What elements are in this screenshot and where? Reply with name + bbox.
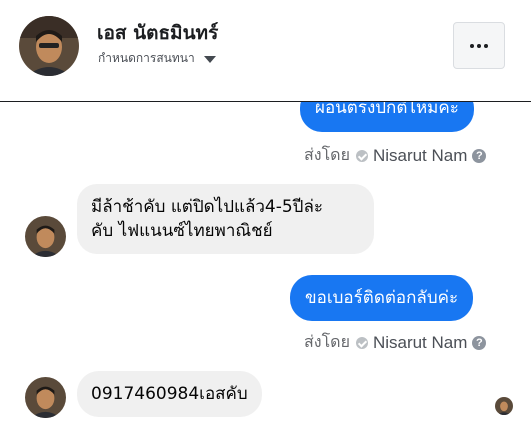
conversation-header: เอส นัตธมินทร์ กำหนดการสนทนา xyxy=(0,0,531,102)
help-icon[interactable]: ? xyxy=(472,148,487,163)
sent-by-label: ส่งโดย Nisarut Nam ? xyxy=(304,330,487,355)
incoming-message-bubble[interactable]: 0917460984เอสคับ xyxy=(77,371,262,417)
agent-name: Nisarut Nam xyxy=(372,145,468,165)
sent-via-text: ส่งโดย xyxy=(304,145,350,164)
customize-conversation-button[interactable]: กำหนดการสนทนา xyxy=(98,49,216,67)
contact-name[interactable]: เอส นัตธมินทร์ xyxy=(97,18,218,48)
message-text-line: คับ ไฟแนนซ์ไทยพาณิชย์ xyxy=(91,221,273,241)
incoming-message-bubble[interactable]: มีล้าช้าคับ แต่ปิดไปแล้ว4-5ปีล่ะ คับ ไฟแ… xyxy=(77,184,374,254)
sent-by-label: ส่งโดย Nisarut Nam ? xyxy=(304,143,487,168)
outgoing-message-bubble[interactable]: ขอเบอร์ติดต่อกลับค่ะ xyxy=(290,275,474,321)
help-icon[interactable]: ? xyxy=(472,335,487,350)
message-text-line: มีล้าช้าคับ แต่ปิดไปแล้ว4-5ปีล่ะ xyxy=(91,197,324,217)
more-options-button[interactable] xyxy=(453,22,505,69)
sender-avatar[interactable] xyxy=(25,216,66,257)
message-text: 0917460984เอสคับ xyxy=(91,384,248,404)
read-receipt-avatar xyxy=(495,397,513,415)
sender-avatar[interactable] xyxy=(25,377,66,418)
caret-down-icon xyxy=(203,55,216,63)
check-circle-icon xyxy=(355,336,368,349)
sent-via-text: ส่งโดย xyxy=(304,332,350,351)
message-text: ขอเบอร์ติดต่อกลับค่ะ xyxy=(305,288,459,308)
more-horizontal-icon xyxy=(470,43,488,48)
contact-avatar[interactable] xyxy=(19,16,79,76)
customize-conversation-label: กำหนดการสนทนา xyxy=(98,50,195,65)
check-circle-icon xyxy=(355,149,368,162)
agent-name: Nisarut Nam xyxy=(372,332,468,352)
